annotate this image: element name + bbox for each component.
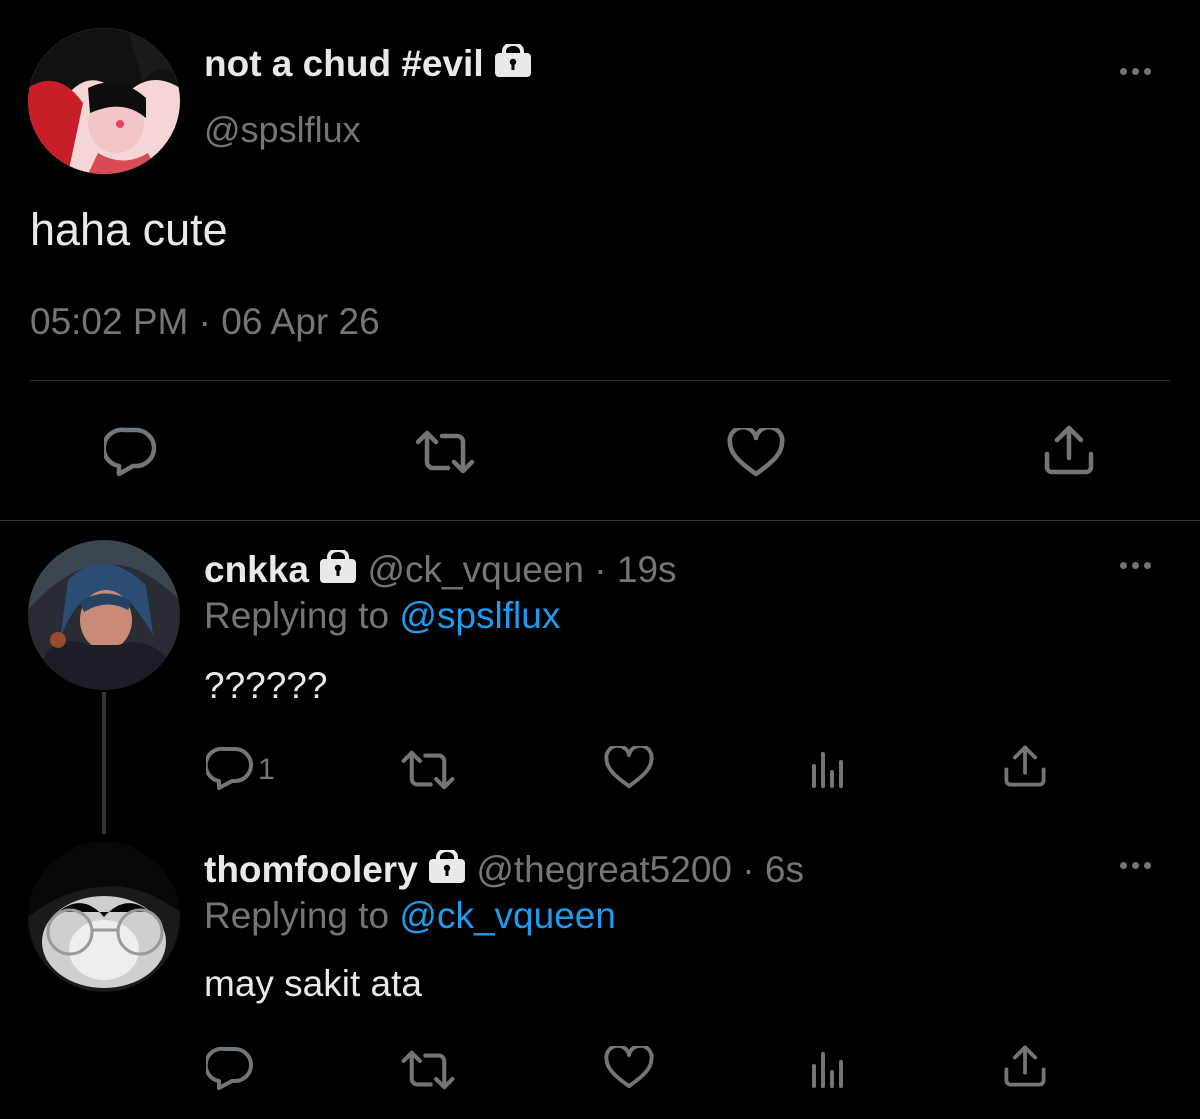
more-icon[interactable]	[1120, 68, 1151, 75]
replying-to-link[interactable]: @ck_vqueen	[399, 895, 616, 936]
retweet-icon[interactable]	[400, 1050, 456, 1090]
retweet-icon[interactable]	[414, 430, 476, 474]
reply-icon[interactable]	[206, 1046, 254, 1090]
share-icon[interactable]	[1002, 744, 1048, 788]
reply-count: 1	[258, 753, 275, 786]
retweet-icon[interactable]	[400, 750, 456, 790]
share-icon[interactable]	[1002, 1044, 1048, 1088]
heart-icon[interactable]	[727, 428, 785, 478]
reply-text: ??????	[204, 665, 328, 706]
heart-icon[interactable]	[604, 1046, 654, 1090]
handle[interactable]: @thegreat5200	[476, 849, 732, 890]
reply-icon[interactable]	[206, 746, 254, 790]
more-icon[interactable]	[1120, 862, 1151, 869]
display-name[interactable]: cnkka	[204, 549, 309, 590]
replying-label: Replying to	[204, 595, 390, 636]
divider	[30, 380, 1170, 381]
handle[interactable]: @ck_vqueen	[367, 549, 584, 590]
avatar-ck_vqueen[interactable]	[28, 540, 180, 690]
thread-line	[102, 692, 106, 834]
tweet-text: haha cute	[30, 204, 228, 255]
section-divider	[0, 520, 1200, 521]
reply-text: may sakit ata	[204, 963, 422, 1004]
views-icon[interactable]	[808, 1048, 848, 1088]
reply-icon[interactable]	[104, 426, 158, 476]
time-ago[interactable]: · 6s	[742, 849, 804, 890]
avatar-spslflux[interactable]	[28, 28, 180, 174]
timestamp[interactable]: 05:02 PM · 06 Apr 26	[30, 298, 380, 346]
display-name[interactable]: not a chud #evil	[204, 43, 484, 84]
time-ago[interactable]: · 19s	[594, 549, 676, 590]
replying-to-link[interactable]: @spslflux	[399, 595, 560, 636]
heart-icon[interactable]	[604, 746, 654, 790]
handle[interactable]: @spslflux	[204, 106, 361, 154]
views-icon[interactable]	[808, 748, 848, 788]
replying-label: Replying to	[204, 895, 390, 936]
more-icon[interactable]	[1120, 562, 1151, 569]
display-name[interactable]: thomfoolery	[204, 849, 418, 890]
share-icon[interactable]	[1042, 424, 1096, 476]
lock-icon	[319, 548, 357, 596]
lock-icon	[494, 42, 532, 90]
avatar-thegreat5200[interactable]	[28, 842, 180, 992]
lock-icon	[428, 848, 466, 896]
